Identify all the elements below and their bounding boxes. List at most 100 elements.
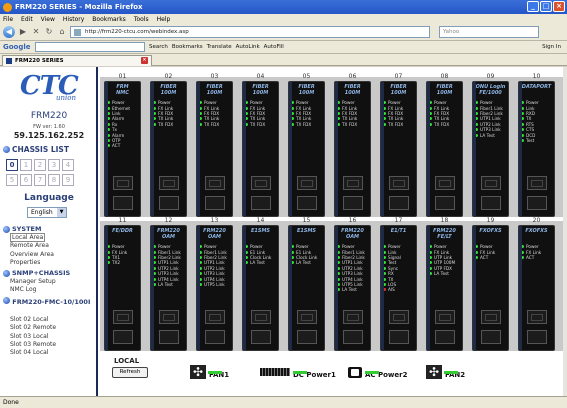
- stop-button[interactable]: ✕: [31, 27, 41, 37]
- module-card[interactable]: FRM220 FE/LT Power FX Link UTP Link UTP 100M…: [426, 225, 463, 351]
- menu-tools[interactable]: Tools: [134, 16, 149, 23]
- slot-card-07[interactable]: 07 FIBER 100M Power FX Link FX FDX TX Link TX …: [380, 73, 417, 217]
- chassis-button[interactable]: 4: [62, 159, 74, 171]
- forward-button[interactable]: ▶: [18, 27, 28, 37]
- chassis-button[interactable]: 1: [20, 159, 32, 171]
- led-label: Power: [250, 244, 263, 250]
- slot-card-12[interactable]: 12 FRM220 OAM Power Fiber1 Link Fiber2 Link U…: [150, 217, 187, 351]
- nav-nmc-log[interactable]: NMC Log: [10, 286, 56, 294]
- slot-card-09[interactable]: 09 ONU Login FE/1000 Power Fiber1 Link Fiber…: [472, 73, 509, 217]
- module-card[interactable]: FRM220 OAM Power Fiber1 Link Fiber2 Link UTP…: [334, 225, 371, 351]
- google-search-input[interactable]: [35, 42, 145, 52]
- chassis-button[interactable]: 3: [48, 159, 60, 171]
- module-card[interactable]: E1SMS Power E1 Link Clock Link LA Test: [288, 225, 325, 351]
- google-autofill-button[interactable]: AutoFill: [264, 44, 284, 50]
- module-card[interactable]: ONU Login FE/1000 Power Fiber1 Link Fiber2 …: [472, 81, 509, 217]
- chassis-button[interactable]: 7: [34, 174, 46, 186]
- menu-bookmarks[interactable]: Bookmarks: [92, 16, 126, 23]
- tab-frm220[interactable]: FRM220 SERIES ×: [2, 55, 152, 66]
- refresh-button[interactable]: Refresh: [112, 367, 148, 378]
- module-card[interactable]: FIBER 100M Power FX Link FX FDX TX Link TX FD…: [426, 81, 463, 217]
- slot-card-15[interactable]: 15 E1SMS Power E1 Link Clock Link LA Test: [288, 217, 325, 351]
- module-card[interactable]: FIBER 100M Power FX Link FX FDX TX Link TX FD…: [196, 81, 233, 217]
- slot-card-18[interactable]: 18 FRM220 FE/LT Power FX Link UTP Link UTP 10…: [426, 217, 463, 351]
- menu-file[interactable]: File: [3, 16, 13, 23]
- slot-card-16[interactable]: 16 FRM220 OAM Power Fiber1 Link Fiber2 Link U…: [334, 217, 371, 351]
- slot-card-08[interactable]: 08 FIBER 100M Power FX Link FX FDX TX Link TX …: [426, 73, 463, 217]
- menu-view[interactable]: View: [41, 16, 55, 23]
- slot-card-02[interactable]: 02 FIBER 100M Power FX Link FX FDX TX Link TX …: [150, 73, 187, 217]
- vertical-scrollbar[interactable]: [563, 67, 567, 396]
- led-label: TX: [526, 116, 532, 122]
- module-card[interactable]: DATAPORT Power Link RXD TX RTS CTS DCD Test: [518, 81, 555, 217]
- slot-card-17[interactable]: 17 E1/T1 Power Link Signal Test Sync RX TX LOS AIS: [380, 217, 417, 351]
- slot-card-06[interactable]: 06 FIBER 100M Power FX Link FX FDX TX Link TX …: [334, 73, 371, 217]
- nav-slot-item[interactable]: Slot 02 Remote: [10, 324, 56, 332]
- led-label: Alarm: [112, 116, 125, 122]
- nav-local-area[interactable]: Local Area: [10, 233, 46, 242]
- nav-slot-item[interactable]: Slot 04 Local: [10, 349, 56, 357]
- led-label: FX Link: [296, 105, 312, 111]
- module-card[interactable]: FRM220 OAM Power Fiber1 Link Fiber2 Link UTP…: [196, 225, 233, 351]
- chassis-button[interactable]: 2: [34, 159, 46, 171]
- menu-edit[interactable]: Edit: [21, 16, 33, 23]
- slot-card-01[interactable]: 01 FRM NMC Power Ethernet Link Alarm Rx Tx Alarm…: [104, 73, 141, 217]
- slot-card-03[interactable]: 03 FIBER 100M Power FX Link FX FDX TX Link TX …: [196, 73, 233, 217]
- navigation-toolbar: ◀ ▶ ✕ ↻ ⌂ http://frm220-ctcu.com/webinde…: [0, 24, 567, 41]
- local-label: LOCAL: [114, 357, 140, 365]
- chassis-button[interactable]: 5: [6, 174, 18, 186]
- slot-card-19[interactable]: 19 FXOFXS Power FX Link ACT: [472, 217, 509, 351]
- nav-slot-item[interactable]: Slot 03 Local: [10, 333, 56, 341]
- chassis-button[interactable]: 8: [48, 174, 60, 186]
- back-button[interactable]: ◀: [3, 26, 15, 38]
- module-card[interactable]: FE/DDR Power FX Link TX1 TX2: [104, 225, 141, 351]
- google-bookmarks-button[interactable]: Bookmarks: [172, 44, 203, 50]
- fiber-port-icon: [435, 196, 455, 210]
- nav-manager-setup[interactable]: Manager Setup: [10, 278, 56, 286]
- menu-history[interactable]: History: [63, 16, 84, 23]
- google-search-button[interactable]: Search: [149, 44, 168, 50]
- nav-slot-item[interactable]: Slot 02 Local: [10, 316, 56, 324]
- module-card[interactable]: FIBER 100M Power FX Link FX FDX TX Link TX FD…: [150, 81, 187, 217]
- google-signin-link[interactable]: Sign In: [542, 44, 561, 50]
- slot-card-20[interactable]: 20 FXOFXS Power FX Link ACT: [518, 217, 555, 351]
- nav-slot-item[interactable]: Slot 03 Remote: [10, 341, 56, 349]
- slot-card-11[interactable]: 11 FE/DDR Power FX Link TX1 TX2: [104, 217, 141, 351]
- search-box[interactable]: Yahoo: [439, 26, 539, 38]
- slot-card-10[interactable]: 10 DATAPORT Power Link RXD TX RTS CTS DCD Test: [518, 73, 555, 217]
- close-button[interactable]: ×: [553, 1, 565, 12]
- slot-card-14[interactable]: 14 E1SMS Power E1 Link Clock Link LA Test: [242, 217, 279, 351]
- nav-properties[interactable]: Properties: [10, 259, 54, 267]
- minimize-button[interactable]: _: [527, 1, 539, 12]
- module-card[interactable]: FIBER 100M Power FX Link FX FDX TX Link TX FD…: [242, 81, 279, 217]
- google-autolink-button[interactable]: AutoLink: [236, 44, 260, 50]
- url-bar[interactable]: http://frm220-ctcu.com/webindex.asp: [70, 26, 430, 38]
- module-card[interactable]: FIBER 100M Power FX Link FX FDX TX Link TX FD…: [334, 81, 371, 217]
- slot-card-04[interactable]: 04 FIBER 100M Power FX Link FX FDX TX Link TX …: [242, 73, 279, 217]
- nav-overview-area[interactable]: Overview Area: [10, 251, 54, 259]
- nav-remote-area[interactable]: Remote Area: [10, 242, 54, 250]
- module-card[interactable]: FXOFXS Power FX Link ACT: [472, 225, 509, 351]
- module-card[interactable]: FIBER 100M Power FX Link FX FDX TX Link TX FD…: [288, 81, 325, 217]
- slot-card-05[interactable]: 05 FIBER 100M Power FX Link FX FDX TX Link TX …: [288, 73, 325, 217]
- home-button[interactable]: ⌂: [57, 27, 67, 37]
- module-card[interactable]: E1/T1 Power Link Signal Test Sync RX TX LOS AIS: [380, 225, 417, 351]
- chassis-button[interactable]: 6: [20, 174, 32, 186]
- module-card[interactable]: E1SMS Power E1 Link Clock Link LA Test: [242, 225, 279, 351]
- google-translate-button[interactable]: Translate: [207, 44, 232, 50]
- chassis-button[interactable]: 0: [6, 159, 18, 171]
- tab-close-icon[interactable]: ×: [141, 57, 148, 64]
- chassis-button[interactable]: 9: [62, 174, 74, 186]
- menu-help[interactable]: Help: [157, 16, 171, 23]
- module-card[interactable]: FRM NMC Power Ethernet Link Alarm Rx Tx Alarm OT…: [104, 81, 141, 217]
- module-card[interactable]: FXOFXS Power FX Link ACT: [518, 225, 555, 351]
- led-label: RTS: [526, 121, 534, 127]
- slot-card-13[interactable]: 13 FRM220 OAM Power Fiber1 Link Fiber2 Link U…: [196, 217, 233, 351]
- maximize-button[interactable]: □: [540, 1, 552, 12]
- module-card[interactable]: FRM220 OAM Power Fiber1 Link Fiber2 Link UTP…: [150, 225, 187, 351]
- reload-button[interactable]: ↻: [44, 27, 54, 37]
- module-card[interactable]: FIBER 100M Power FX Link FX FDX TX Link TX FD…: [380, 81, 417, 217]
- favicon-icon: [6, 58, 12, 64]
- led-label: TX FDX: [296, 121, 312, 127]
- language-select[interactable]: English ▼: [27, 207, 67, 218]
